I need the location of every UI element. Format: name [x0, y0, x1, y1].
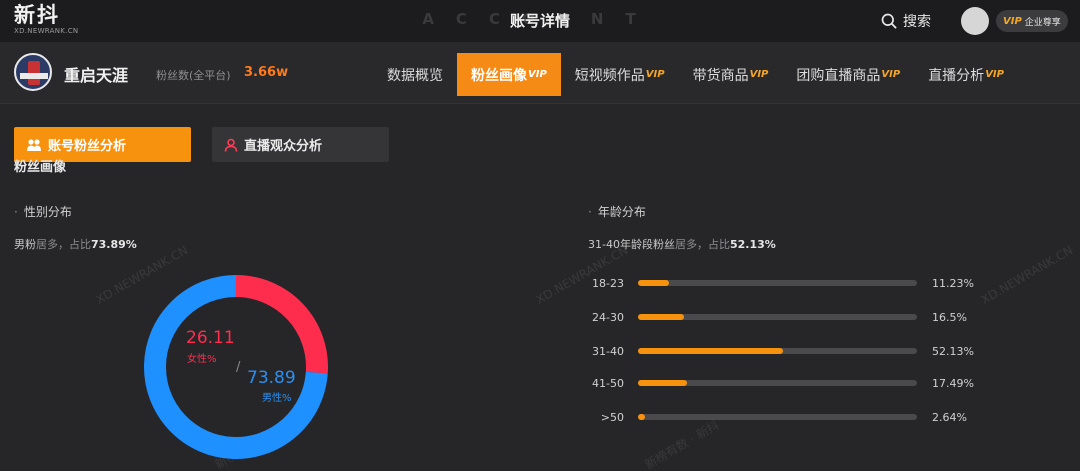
tab-fans-profile[interactable]: 粉丝画像 VIP	[457, 53, 561, 96]
vip-tag: VIP	[1003, 15, 1022, 27]
age-label: >50	[600, 411, 624, 424]
subtab-label: 账号粉丝分析	[48, 139, 127, 154]
tab-group-live-goods[interactable]: 团购直播商品 VIP	[782, 53, 914, 96]
vip-tag: VIP	[881, 69, 901, 80]
female-value: 26.11	[186, 328, 235, 348]
user-icon	[224, 138, 238, 152]
subtab-live-audience[interactable]: 直播观众分析	[212, 127, 389, 162]
age-bar-track	[638, 314, 917, 320]
age-bar-track	[638, 280, 917, 286]
nav-tabs: 数据概览 粉丝画像 VIP 短视频作品 VIP 带货商品 VIP 团购直播商品 …	[373, 53, 1018, 96]
male-label: 男性%	[262, 393, 292, 404]
gender-heading: · 性别分布	[14, 205, 72, 219]
age-row: 41-50 17.49%	[588, 377, 998, 391]
search-icon	[881, 13, 897, 29]
age-row: 31-40 52.13%	[588, 345, 998, 359]
gender-summary-mid: 居多，占比	[36, 238, 91, 251]
age-bar-track	[638, 414, 917, 420]
tab-label: 团购直播商品	[796, 67, 881, 84]
gender-summary-value: 73.89%	[91, 238, 137, 251]
gender-separator: /	[236, 360, 241, 375]
tab-live-analysis[interactable]: 直播分析 VIP	[914, 53, 1018, 96]
gender-heading-text: 性别分布	[23, 205, 72, 219]
age-label: 24-30	[592, 311, 624, 324]
tab-sales-goods[interactable]: 带货商品 VIP	[679, 53, 783, 96]
top-bar: 新抖 XD.NEWRANK.CN ACCOUNT 账号详情 搜索 VIP 企业尊…	[0, 0, 1080, 42]
search-label: 搜索	[903, 14, 931, 30]
account-bar: 重启天涯 粉丝数(全平台) 3.66w 数据概览 粉丝画像 VIP 短视频作品 …	[0, 42, 1080, 104]
tab-overview[interactable]: 数据概览	[373, 53, 457, 96]
female-label: 女性%	[187, 354, 217, 365]
vip-tag: VIP	[749, 69, 769, 80]
users-icon	[27, 138, 41, 151]
tab-label: 粉丝画像	[471, 67, 527, 84]
age-row: >50 2.64%	[588, 411, 998, 425]
age-summary-mid: 居多，占比	[674, 238, 730, 251]
age-bar	[638, 314, 685, 320]
account-name: 重启天涯	[64, 66, 129, 85]
user-avatar[interactable]	[961, 7, 989, 35]
age-bar	[638, 280, 670, 286]
age-row: 18-23 11.23%	[588, 277, 998, 291]
male-value: 73.89	[247, 368, 296, 388]
age-pct: 17.49%	[932, 377, 974, 390]
female-segment	[235, 275, 328, 374]
tab-label: 带货商品	[692, 67, 749, 84]
gender-summary: 男粉居多，占比73.89%	[14, 236, 137, 252]
tab-label: 直播分析	[928, 67, 985, 84]
watermark: XD.NEWRANK.CN	[978, 242, 1076, 308]
age-label: 41-50	[592, 377, 624, 390]
age-bar	[638, 348, 784, 354]
age-label: 18-23	[592, 277, 624, 290]
tab-label: 短视频作品	[574, 67, 645, 84]
vip-tag: VIP	[985, 69, 1004, 80]
age-bar	[638, 414, 646, 420]
section-title: 粉丝画像	[14, 160, 67, 175]
age-summary-value: 52.13%	[729, 238, 776, 251]
age-pct: 2.64%	[932, 411, 967, 424]
search-button[interactable]: 搜索	[881, 11, 931, 31]
watermark: XD.NEWRANK.CN	[533, 242, 631, 308]
subtab-label: 直播观众分析	[244, 139, 323, 154]
age-bar	[638, 380, 687, 386]
vip-badge[interactable]: VIP 企业尊享	[996, 10, 1068, 32]
vip-text: 企业尊享	[1024, 17, 1061, 28]
tab-short-videos[interactable]: 短视频作品 VIP	[561, 53, 679, 96]
tab-label: 数据概览	[387, 67, 443, 84]
gender-summary-prefix: 男粉	[14, 238, 36, 251]
fans-label: 粉丝数(全平台)	[156, 69, 231, 82]
vip-tag: VIP	[528, 69, 547, 80]
age-bar-track	[638, 348, 917, 354]
age-pct: 11.23%	[932, 277, 974, 290]
account-avatar	[14, 53, 52, 91]
age-summary: 31-40年龄段粉丝居多，占比52.13%	[588, 236, 776, 252]
age-heading-text: 年龄分布	[597, 205, 646, 219]
age-pct: 52.13%	[932, 345, 974, 358]
age-pct: 16.5%	[932, 311, 967, 324]
age-row: 24-30 16.5%	[588, 311, 998, 325]
fans-value: 3.66w	[244, 65, 289, 80]
age-label: 31-40	[592, 345, 624, 358]
age-bar-track	[638, 380, 917, 386]
age-summary-prefix: 31-40年龄段粉丝	[588, 238, 675, 251]
age-heading: · 年龄分布	[588, 205, 646, 219]
vip-tag: VIP	[645, 69, 665, 80]
